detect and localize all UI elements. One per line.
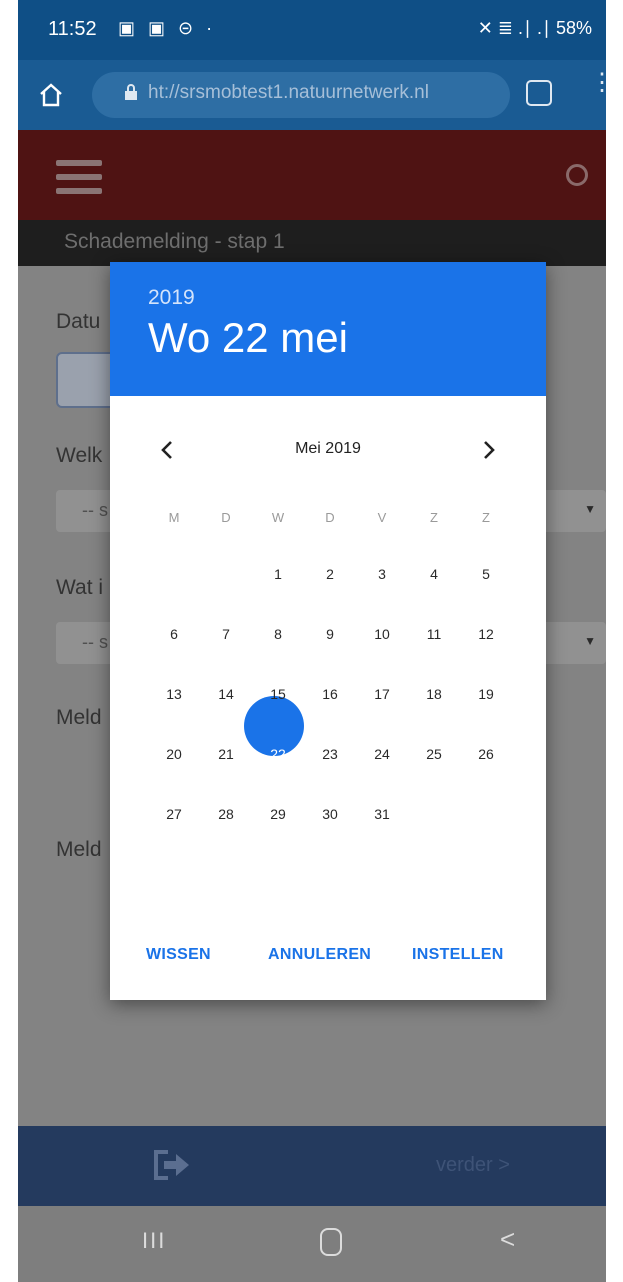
logout-icon[interactable] <box>152 1148 192 1182</box>
calendar-day[interactable]: 30 <box>310 806 350 822</box>
date-picker-header: 2019 Wo 22 mei <box>110 262 546 396</box>
weekday-label: W <box>271 510 285 525</box>
calendar-day[interactable]: 8 <box>258 626 298 642</box>
back-button[interactable]: < <box>500 1224 515 1255</box>
calendar-day-selected[interactable]: 22 <box>258 746 298 762</box>
calendar-day[interactable]: 24 <box>362 746 402 762</box>
calendar-day[interactable]: 3 <box>362 566 402 582</box>
weekday-label: V <box>377 510 387 525</box>
settings-icon[interactable] <box>566 164 588 186</box>
select-placeholder: -- s <box>82 500 108 520</box>
field-label-report-2: Meld <box>56 838 102 861</box>
home-icon[interactable] <box>38 82 64 108</box>
calendar-day[interactable]: 16 <box>310 686 350 702</box>
select-placeholder: -- s <box>82 632 108 652</box>
calendar-day[interactable]: 29 <box>258 806 298 822</box>
weekday-label: M <box>168 510 180 525</box>
calendar-day[interactable]: 25 <box>414 746 454 762</box>
field-label-date: Datu <box>56 310 101 333</box>
calendar-day[interactable]: 11 <box>414 626 454 642</box>
field-label-which: Welk <box>56 444 103 467</box>
calendar-day[interactable]: 19 <box>466 686 506 702</box>
home-button[interactable] <box>320 1228 342 1256</box>
dropdown-caret-icon: ▼ <box>584 502 596 516</box>
weekday-label: D <box>325 510 335 525</box>
page-subtitle: Schademelding - stap 1 <box>64 230 285 253</box>
clear-button[interactable]: WISSEN <box>146 946 211 964</box>
calendar-day[interactable]: 26 <box>466 746 506 762</box>
url-text[interactable]: ht://srsmobtest1.natuurnetwerk.nl <box>148 82 429 104</box>
calendar-day[interactable]: 31 <box>362 806 402 822</box>
date-picker-dialog: 2019 Wo 22 mei Mei 2019 MDWDVZZ 12345678… <box>110 262 546 1000</box>
calendar-day[interactable]: 10 <box>362 626 402 642</box>
weekday-label: Z <box>482 510 490 525</box>
overflow-menu-icon[interactable]: ⋮ <box>590 71 606 95</box>
calendar-day[interactable]: 27 <box>154 806 194 822</box>
calendar-day[interactable]: 2 <box>310 566 350 582</box>
next-button[interactable]: verder > <box>436 1154 510 1177</box>
bottom-action-bar: verder > <box>18 1126 606 1206</box>
calendar-day[interactable]: 5 <box>466 566 506 582</box>
hamburger-menu-icon[interactable] <box>56 160 102 194</box>
calendar-day[interactable]: 28 <box>206 806 246 822</box>
weekday-label: Z <box>430 510 438 525</box>
field-label-report-1: Meld <box>56 706 102 729</box>
status-battery-signal: ✕ ≣ .∣ .∣ 58% <box>477 18 592 38</box>
calendar-day[interactable]: 4 <box>414 566 454 582</box>
notification-icons: ▣ ▣ ⊝ · <box>118 18 217 38</box>
calendar-day[interactable]: 6 <box>154 626 194 642</box>
next-month-icon[interactable] <box>476 438 500 462</box>
year-label[interactable]: 2019 <box>148 286 195 310</box>
weekday-label: D <box>221 510 231 525</box>
calendar-day[interactable]: 21 <box>206 746 246 762</box>
status-bar: 11:52 ▣ ▣ ⊝ · ✕ ≣ .∣ .∣ 58% <box>18 0 606 60</box>
tabs-icon[interactable] <box>526 80 552 106</box>
calendar-day[interactable]: 13 <box>154 686 194 702</box>
cancel-button[interactable]: ANNULEREN <box>268 946 371 964</box>
recent-apps-button[interactable]: III <box>142 1228 166 1254</box>
calendar-day[interactable]: 14 <box>206 686 246 702</box>
calendar-day[interactable]: 7 <box>206 626 246 642</box>
browser-toolbar: ht://srsmobtest1.natuurnetwerk.nl ⋮ <box>18 60 606 130</box>
system-nav-bar: III < <box>18 1206 606 1282</box>
calendar-day[interactable]: 18 <box>414 686 454 702</box>
dropdown-caret-icon: ▼ <box>584 634 596 648</box>
app-header <box>18 130 606 220</box>
calendar-day[interactable]: 1 <box>258 566 298 582</box>
lock-icon <box>125 84 137 100</box>
calendar-day[interactable]: 20 <box>154 746 194 762</box>
calendar-day[interactable]: 9 <box>310 626 350 642</box>
page-subtitle-bar: Schademelding - stap 1 <box>18 220 606 266</box>
calendar-day[interactable]: 12 <box>466 626 506 642</box>
calendar-day[interactable]: 23 <box>310 746 350 762</box>
selected-date-label: Wo 22 mei <box>148 314 348 361</box>
status-time: 11:52 <box>48 18 97 40</box>
set-button[interactable]: INSTELLEN <box>412 946 504 964</box>
field-label-what: Wat i <box>56 576 104 599</box>
calendar-day[interactable]: 15 <box>258 686 298 702</box>
calendar-day[interactable]: 17 <box>362 686 402 702</box>
